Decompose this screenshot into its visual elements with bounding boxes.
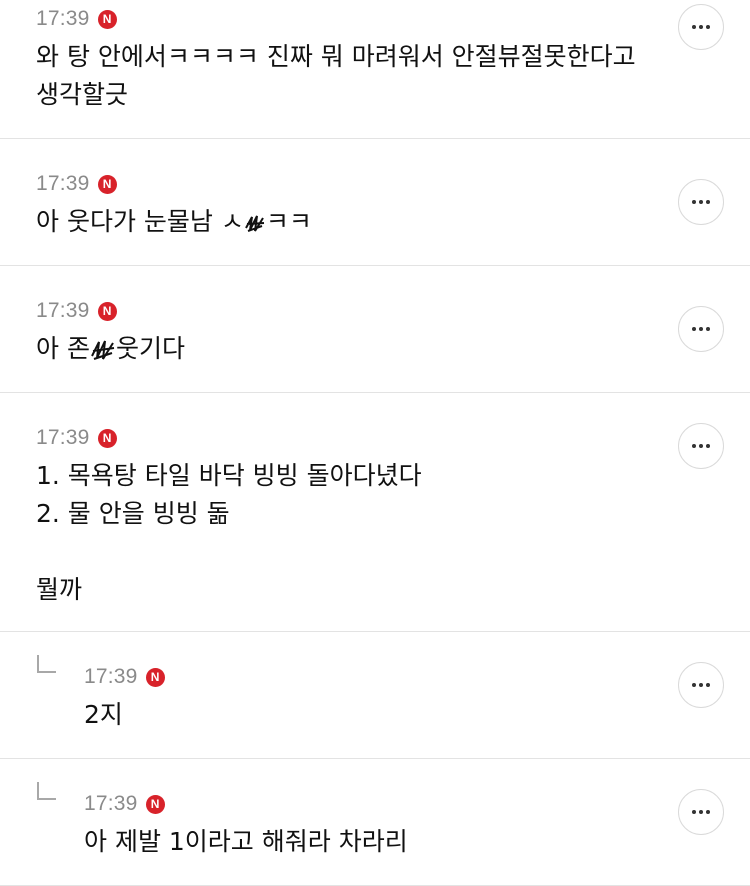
- comment-text: 1. 목욕탕 타일 바닥 빙빙 돌아다녔다 2. 물 안을 빙빙 돎 뭘까: [36, 461, 422, 604]
- comment-meta: 17:39 N: [36, 425, 750, 451]
- comment-item: 17:39 N 아 웃다가 눈물남 ㅅㅋㅋ: [0, 139, 750, 266]
- comment-time: 17:39: [36, 7, 90, 30]
- comment-meta: 17:39 N: [36, 171, 750, 197]
- more-horizontal-icon: [692, 25, 710, 29]
- comment-time: 17:39: [84, 792, 138, 815]
- scribble-redaction-icon: [244, 215, 264, 232]
- comment-text: 아 존 웃기다: [36, 330, 750, 368]
- reply-item: 17:39 N 2지: [0, 632, 750, 759]
- more-options-button[interactable]: [678, 4, 724, 50]
- n-badge-icon: N: [145, 667, 165, 687]
- more-options-button[interactable]: [678, 423, 724, 469]
- comment-text: 아 웃다가 눈물남 ㅅㅋㅋ: [36, 203, 750, 241]
- scribble-redaction-icon: [91, 340, 115, 360]
- more-horizontal-icon: [692, 683, 710, 687]
- more-horizontal-icon: [692, 200, 710, 204]
- n-badge-icon: N: [97, 9, 117, 29]
- comment-text-part: 웃기다: [115, 334, 185, 363]
- reply-item: 17:39 N 아 제발 1이라고 해줘라 차라리: [0, 759, 750, 886]
- comment-text: 2지: [84, 700, 123, 729]
- comment-text: 아 제발 1이라고 해줘라 차라리: [84, 827, 408, 856]
- more-options-button[interactable]: [678, 662, 724, 708]
- comment-text-part: 아 존: [36, 334, 90, 363]
- comment-item: 17:39 N 아 존 웃기다: [0, 266, 750, 393]
- more-horizontal-icon: [692, 810, 710, 814]
- more-horizontal-icon: [692, 327, 710, 331]
- comment-meta: 17:39 N: [84, 664, 750, 690]
- n-badge-icon: N: [145, 794, 165, 814]
- more-horizontal-icon: [692, 444, 710, 448]
- comment-time: 17:39: [36, 299, 90, 322]
- comment-text: 와 탕 안에서ㅋㅋㅋㅋ 진짜 뭐 마려워서 안절뷰절못한다고 생각할긋: [36, 42, 636, 109]
- reply-arrow-icon: [37, 655, 56, 673]
- comment-time: 17:39: [36, 172, 90, 195]
- comment-meta: 17:39 N: [36, 298, 750, 324]
- comment-item: 17:39 N 1. 목욕탕 타일 바닥 빙빙 돌아다녔다 2. 물 안을 빙빙…: [0, 393, 750, 632]
- comment-time: 17:39: [36, 426, 90, 449]
- n-badge-icon: N: [97, 428, 117, 448]
- comment-item: 17:39 N 와 탕 안에서ㅋㅋㅋㅋ 진짜 뭐 마려워서 안절뷰절못한다고 생…: [0, 0, 750, 139]
- comment-text-part: 아 웃다가 눈물남 ㅅ: [36, 207, 244, 236]
- n-badge-icon: N: [97, 174, 117, 194]
- comment-text-part: ㅋㅋ: [265, 207, 312, 236]
- n-badge-icon: N: [97, 301, 117, 321]
- more-options-button[interactable]: [678, 789, 724, 835]
- more-options-button[interactable]: [678, 179, 724, 225]
- reply-arrow-icon: [37, 782, 56, 800]
- more-options-button[interactable]: [678, 306, 724, 352]
- comment-meta: 17:39 N: [84, 791, 750, 817]
- comment-time: 17:39: [84, 665, 138, 688]
- comment-meta: 17:39 N: [36, 6, 750, 32]
